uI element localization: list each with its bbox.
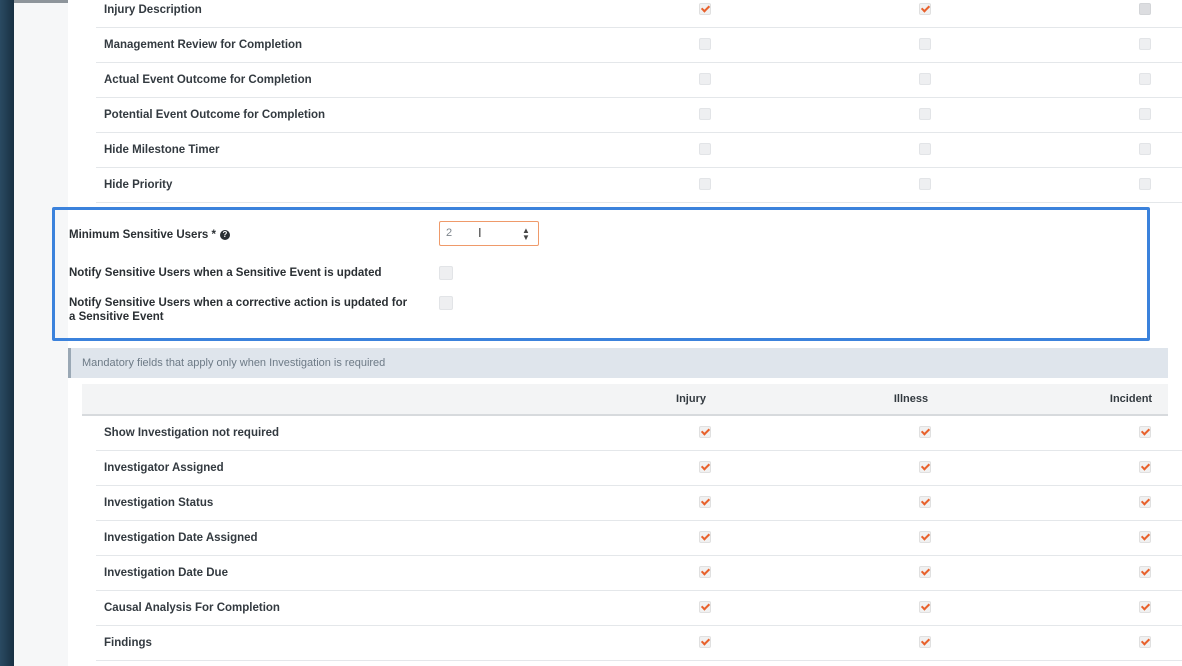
- incident-checkbox[interactable]: [1139, 108, 1151, 120]
- incident-checkbox: [1139, 3, 1151, 15]
- illness-checkbox[interactable]: [919, 178, 931, 190]
- incident-checkbox[interactable]: [1139, 636, 1151, 648]
- incident-checkbox[interactable]: [1139, 566, 1151, 578]
- table-row: Investigation Date Due: [96, 556, 1182, 591]
- injury-checkbox[interactable]: [699, 38, 711, 50]
- help-icon[interactable]: ?: [220, 229, 230, 240]
- illness-checkbox[interactable]: [919, 636, 931, 648]
- injury-checkbox[interactable]: [699, 426, 711, 438]
- column-header-injury: Injury: [676, 393, 706, 405]
- field-row-hide-milestone-timer: Hide Milestone Timer: [96, 133, 1182, 168]
- field-label: Investigation Status: [104, 497, 214, 509]
- injury-checkbox[interactable]: [699, 73, 711, 85]
- field-label: Investigation Date Assigned: [104, 532, 258, 544]
- spinner-arrows-icon[interactable]: ▲ ▼: [522, 227, 530, 242]
- table-row: Findings: [96, 626, 1182, 661]
- incident-checkbox[interactable]: [1139, 461, 1151, 473]
- stepper-value[interactable]: 2: [446, 227, 452, 239]
- field-label: Investigator Assigned: [104, 462, 224, 474]
- notify-event-checkbox[interactable]: [439, 266, 453, 280]
- injury-checkbox[interactable]: [699, 601, 711, 613]
- field-label: Potential Event Outcome for Completion: [104, 109, 326, 121]
- field-row-potential-event-outcome: Potential Event Outcome for Completion: [96, 98, 1182, 133]
- field-label: Actual Event Outcome for Completion: [104, 74, 312, 86]
- field-label: Causal Analysis For Completion: [104, 602, 280, 614]
- info-text: Mandatory fields that apply only when In…: [82, 357, 386, 369]
- injury-checkbox[interactable]: [699, 566, 711, 578]
- field-label: Investigation Date Due: [104, 567, 228, 579]
- table-row: Causal Analysis For Completion: [96, 591, 1182, 626]
- injury-checkbox[interactable]: [699, 461, 711, 473]
- illness-checkbox[interactable]: [919, 3, 931, 15]
- incident-checkbox[interactable]: [1139, 531, 1151, 543]
- minimum-sensitive-users-text: Minimum Sensitive Users *: [69, 229, 216, 241]
- table-row: Investigation Status: [96, 486, 1182, 521]
- incident-checkbox[interactable]: [1139, 426, 1151, 438]
- injury-checkbox[interactable]: [699, 143, 711, 155]
- illness-checkbox[interactable]: [919, 73, 931, 85]
- illness-checkbox[interactable]: [919, 143, 931, 155]
- investigation-table: Show Investigation not required Investig…: [68, 416, 1182, 666]
- notify-event-label: Notify Sensitive Users when a Sensitive …: [69, 267, 382, 279]
- minimum-sensitive-users-stepper[interactable]: 2 I ▲ ▼: [439, 221, 539, 246]
- incident-checkbox[interactable]: [1139, 601, 1151, 613]
- notify-action-label: Notify Sensitive Users when a corrective…: [69, 296, 407, 324]
- notify-action-label-line1: Notify Sensitive Users when a corrective…: [69, 297, 408, 309]
- field-label: Hide Milestone Timer: [104, 144, 220, 156]
- illness-checkbox[interactable]: [919, 108, 931, 120]
- incident-checkbox[interactable]: [1139, 178, 1151, 190]
- field-row-hide-priority: Hide Priority: [96, 168, 1182, 203]
- text-cursor-icon: I: [478, 225, 482, 240]
- injury-checkbox[interactable]: [699, 178, 711, 190]
- table-row: Show Investigation not required: [96, 416, 1182, 451]
- field-row-actual-event-outcome: Actual Event Outcome for Completion: [96, 63, 1182, 98]
- incident-checkbox[interactable]: [1139, 73, 1151, 85]
- column-header-incident: Incident: [1109, 393, 1153, 405]
- field-label: Show Investigation not required: [104, 427, 280, 439]
- incident-checkbox[interactable]: [1139, 143, 1151, 155]
- notify-action-checkbox[interactable]: [439, 296, 453, 310]
- field-label: Findings: [104, 637, 152, 649]
- window-edge: [0, 0, 14, 666]
- illness-checkbox[interactable]: [919, 601, 931, 613]
- injury-checkbox[interactable]: [699, 496, 711, 508]
- table-row: Investigator Assigned: [96, 451, 1182, 486]
- sensitive-settings-section: Minimum Sensitive Users *? 2 I ▲ ▼ Notify…: [52, 207, 1150, 341]
- incident-checkbox[interactable]: [1139, 496, 1151, 508]
- field-label: Management Review for Completion: [104, 39, 303, 51]
- illness-checkbox[interactable]: [919, 461, 931, 473]
- incident-checkbox[interactable]: [1139, 38, 1151, 50]
- field-row-management-review: Management Review for Completion: [96, 28, 1182, 63]
- injury-checkbox[interactable]: [699, 3, 711, 15]
- illness-checkbox[interactable]: [919, 531, 931, 543]
- column-header-illness: Illness: [893, 393, 929, 405]
- notify-action-label-line2: a Sensitive Event: [69, 311, 164, 323]
- injury-checkbox[interactable]: [699, 531, 711, 543]
- illness-checkbox[interactable]: [919, 38, 931, 50]
- investigation-info-bar: Mandatory fields that apply only when In…: [68, 348, 1168, 378]
- field-row-injury-description: Injury Description: [96, 0, 1182, 28]
- table-row: Investigation Date Assigned: [96, 521, 1182, 556]
- field-label: Injury Description: [104, 4, 202, 16]
- field-label: Hide Priority: [104, 179, 173, 191]
- illness-checkbox[interactable]: [919, 496, 931, 508]
- injury-checkbox[interactable]: [699, 108, 711, 120]
- table-header: Injury Illness Incident: [82, 384, 1168, 416]
- minimum-sensitive-users-label: Minimum Sensitive Users *?: [69, 228, 230, 242]
- injury-checkbox[interactable]: [699, 636, 711, 648]
- illness-checkbox[interactable]: [919, 566, 931, 578]
- illness-checkbox[interactable]: [919, 426, 931, 438]
